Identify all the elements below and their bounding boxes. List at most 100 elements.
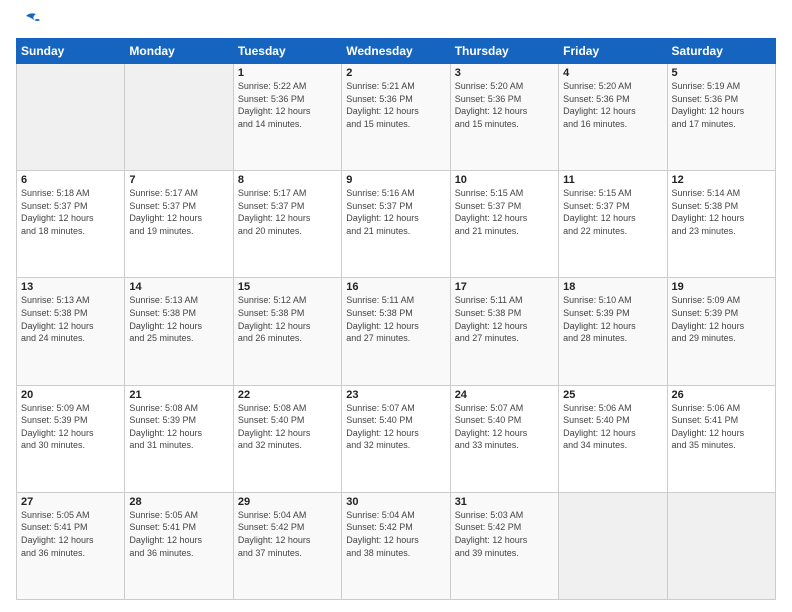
day-number: 16: [346, 281, 445, 293]
cell-info: Sunrise: 5:07 AMSunset: 5:40 PMDaylight:…: [455, 402, 554, 452]
cell-info: Sunrise: 5:21 AMSunset: 5:36 PMDaylight:…: [346, 80, 445, 130]
day-number: 7: [129, 174, 228, 186]
cell-info: Sunrise: 5:14 AMSunset: 5:38 PMDaylight:…: [672, 187, 771, 237]
day-number: 22: [238, 389, 337, 401]
cell-info: Sunrise: 5:04 AMSunset: 5:42 PMDaylight:…: [346, 509, 445, 559]
cell-info: Sunrise: 5:15 AMSunset: 5:37 PMDaylight:…: [455, 187, 554, 237]
calendar-cell: 6Sunrise: 5:18 AMSunset: 5:37 PMDaylight…: [17, 171, 125, 278]
logo-bird-icon: [18, 12, 40, 30]
calendar-cell: 20Sunrise: 5:09 AMSunset: 5:39 PMDayligh…: [17, 385, 125, 492]
cell-info: Sunrise: 5:20 AMSunset: 5:36 PMDaylight:…: [563, 80, 662, 130]
calendar-cell: 11Sunrise: 5:15 AMSunset: 5:37 PMDayligh…: [559, 171, 667, 278]
calendar-cell: 17Sunrise: 5:11 AMSunset: 5:38 PMDayligh…: [450, 278, 558, 385]
cell-info: Sunrise: 5:09 AMSunset: 5:39 PMDaylight:…: [21, 402, 120, 452]
cell-info: Sunrise: 5:11 AMSunset: 5:38 PMDaylight:…: [455, 294, 554, 344]
week-row-2: 6Sunrise: 5:18 AMSunset: 5:37 PMDaylight…: [17, 171, 776, 278]
cell-info: Sunrise: 5:06 AMSunset: 5:40 PMDaylight:…: [563, 402, 662, 452]
calendar-cell: 26Sunrise: 5:06 AMSunset: 5:41 PMDayligh…: [667, 385, 775, 492]
cell-info: Sunrise: 5:11 AMSunset: 5:38 PMDaylight:…: [346, 294, 445, 344]
weekday-header-saturday: Saturday: [667, 39, 775, 64]
day-number: 5: [672, 67, 771, 79]
calendar-cell: 31Sunrise: 5:03 AMSunset: 5:42 PMDayligh…: [450, 492, 558, 599]
calendar-cell: [125, 64, 233, 171]
weekday-header-friday: Friday: [559, 39, 667, 64]
week-row-1: 1Sunrise: 5:22 AMSunset: 5:36 PMDaylight…: [17, 64, 776, 171]
day-number: 9: [346, 174, 445, 186]
weekday-header-sunday: Sunday: [17, 39, 125, 64]
calendar-cell: 5Sunrise: 5:19 AMSunset: 5:36 PMDaylight…: [667, 64, 775, 171]
calendar-cell: 22Sunrise: 5:08 AMSunset: 5:40 PMDayligh…: [233, 385, 341, 492]
weekday-header-tuesday: Tuesday: [233, 39, 341, 64]
cell-info: Sunrise: 5:13 AMSunset: 5:38 PMDaylight:…: [21, 294, 120, 344]
cell-info: Sunrise: 5:13 AMSunset: 5:38 PMDaylight:…: [129, 294, 228, 344]
calendar-cell: 30Sunrise: 5:04 AMSunset: 5:42 PMDayligh…: [342, 492, 450, 599]
cell-info: Sunrise: 5:04 AMSunset: 5:42 PMDaylight:…: [238, 509, 337, 559]
logo: [16, 12, 40, 30]
calendar-cell: 24Sunrise: 5:07 AMSunset: 5:40 PMDayligh…: [450, 385, 558, 492]
cell-info: Sunrise: 5:19 AMSunset: 5:36 PMDaylight:…: [672, 80, 771, 130]
day-number: 17: [455, 281, 554, 293]
cell-info: Sunrise: 5:03 AMSunset: 5:42 PMDaylight:…: [455, 509, 554, 559]
calendar-cell: [667, 492, 775, 599]
calendar-cell: 28Sunrise: 5:05 AMSunset: 5:41 PMDayligh…: [125, 492, 233, 599]
calendar-body: 1Sunrise: 5:22 AMSunset: 5:36 PMDaylight…: [17, 64, 776, 600]
cell-info: Sunrise: 5:05 AMSunset: 5:41 PMDaylight:…: [129, 509, 228, 559]
day-number: 13: [21, 281, 120, 293]
day-number: 28: [129, 496, 228, 508]
day-number: 27: [21, 496, 120, 508]
calendar-cell: 9Sunrise: 5:16 AMSunset: 5:37 PMDaylight…: [342, 171, 450, 278]
calendar-container: SundayMondayTuesdayWednesdayThursdayFrid…: [0, 0, 792, 612]
weekday-header-row: SundayMondayTuesdayWednesdayThursdayFrid…: [17, 39, 776, 64]
calendar-cell: 1Sunrise: 5:22 AMSunset: 5:36 PMDaylight…: [233, 64, 341, 171]
cell-info: Sunrise: 5:20 AMSunset: 5:36 PMDaylight:…: [455, 80, 554, 130]
calendar-cell: 23Sunrise: 5:07 AMSunset: 5:40 PMDayligh…: [342, 385, 450, 492]
day-number: 1: [238, 67, 337, 79]
day-number: 18: [563, 281, 662, 293]
day-number: 30: [346, 496, 445, 508]
day-number: 25: [563, 389, 662, 401]
calendar-cell: 16Sunrise: 5:11 AMSunset: 5:38 PMDayligh…: [342, 278, 450, 385]
day-number: 10: [455, 174, 554, 186]
day-number: 14: [129, 281, 228, 293]
calendar-cell: 25Sunrise: 5:06 AMSunset: 5:40 PMDayligh…: [559, 385, 667, 492]
day-number: 29: [238, 496, 337, 508]
cell-info: Sunrise: 5:08 AMSunset: 5:40 PMDaylight:…: [238, 402, 337, 452]
cell-info: Sunrise: 5:12 AMSunset: 5:38 PMDaylight:…: [238, 294, 337, 344]
calendar-cell: [17, 64, 125, 171]
day-number: 2: [346, 67, 445, 79]
day-number: 23: [346, 389, 445, 401]
day-number: 8: [238, 174, 337, 186]
calendar-cell: 7Sunrise: 5:17 AMSunset: 5:37 PMDaylight…: [125, 171, 233, 278]
day-number: 15: [238, 281, 337, 293]
cell-info: Sunrise: 5:22 AMSunset: 5:36 PMDaylight:…: [238, 80, 337, 130]
calendar-table: SundayMondayTuesdayWednesdayThursdayFrid…: [16, 38, 776, 600]
calendar-cell: 4Sunrise: 5:20 AMSunset: 5:36 PMDaylight…: [559, 64, 667, 171]
calendar-cell: 19Sunrise: 5:09 AMSunset: 5:39 PMDayligh…: [667, 278, 775, 385]
calendar-header: SundayMondayTuesdayWednesdayThursdayFrid…: [17, 39, 776, 64]
cell-info: Sunrise: 5:15 AMSunset: 5:37 PMDaylight:…: [563, 187, 662, 237]
day-number: 19: [672, 281, 771, 293]
calendar-cell: 14Sunrise: 5:13 AMSunset: 5:38 PMDayligh…: [125, 278, 233, 385]
day-number: 6: [21, 174, 120, 186]
day-number: 20: [21, 389, 120, 401]
day-number: 11: [563, 174, 662, 186]
calendar-cell: 12Sunrise: 5:14 AMSunset: 5:38 PMDayligh…: [667, 171, 775, 278]
cell-info: Sunrise: 5:17 AMSunset: 5:37 PMDaylight:…: [238, 187, 337, 237]
cell-info: Sunrise: 5:09 AMSunset: 5:39 PMDaylight:…: [672, 294, 771, 344]
calendar-cell: 10Sunrise: 5:15 AMSunset: 5:37 PMDayligh…: [450, 171, 558, 278]
header: [16, 12, 776, 30]
day-number: 24: [455, 389, 554, 401]
cell-info: Sunrise: 5:05 AMSunset: 5:41 PMDaylight:…: [21, 509, 120, 559]
cell-info: Sunrise: 5:16 AMSunset: 5:37 PMDaylight:…: [346, 187, 445, 237]
calendar-cell: 18Sunrise: 5:10 AMSunset: 5:39 PMDayligh…: [559, 278, 667, 385]
day-number: 4: [563, 67, 662, 79]
calendar-cell: 27Sunrise: 5:05 AMSunset: 5:41 PMDayligh…: [17, 492, 125, 599]
day-number: 31: [455, 496, 554, 508]
cell-info: Sunrise: 5:10 AMSunset: 5:39 PMDaylight:…: [563, 294, 662, 344]
weekday-header-monday: Monday: [125, 39, 233, 64]
day-number: 3: [455, 67, 554, 79]
calendar-cell: 2Sunrise: 5:21 AMSunset: 5:36 PMDaylight…: [342, 64, 450, 171]
calendar-cell: 21Sunrise: 5:08 AMSunset: 5:39 PMDayligh…: [125, 385, 233, 492]
weekday-header-wednesday: Wednesday: [342, 39, 450, 64]
weekday-header-thursday: Thursday: [450, 39, 558, 64]
